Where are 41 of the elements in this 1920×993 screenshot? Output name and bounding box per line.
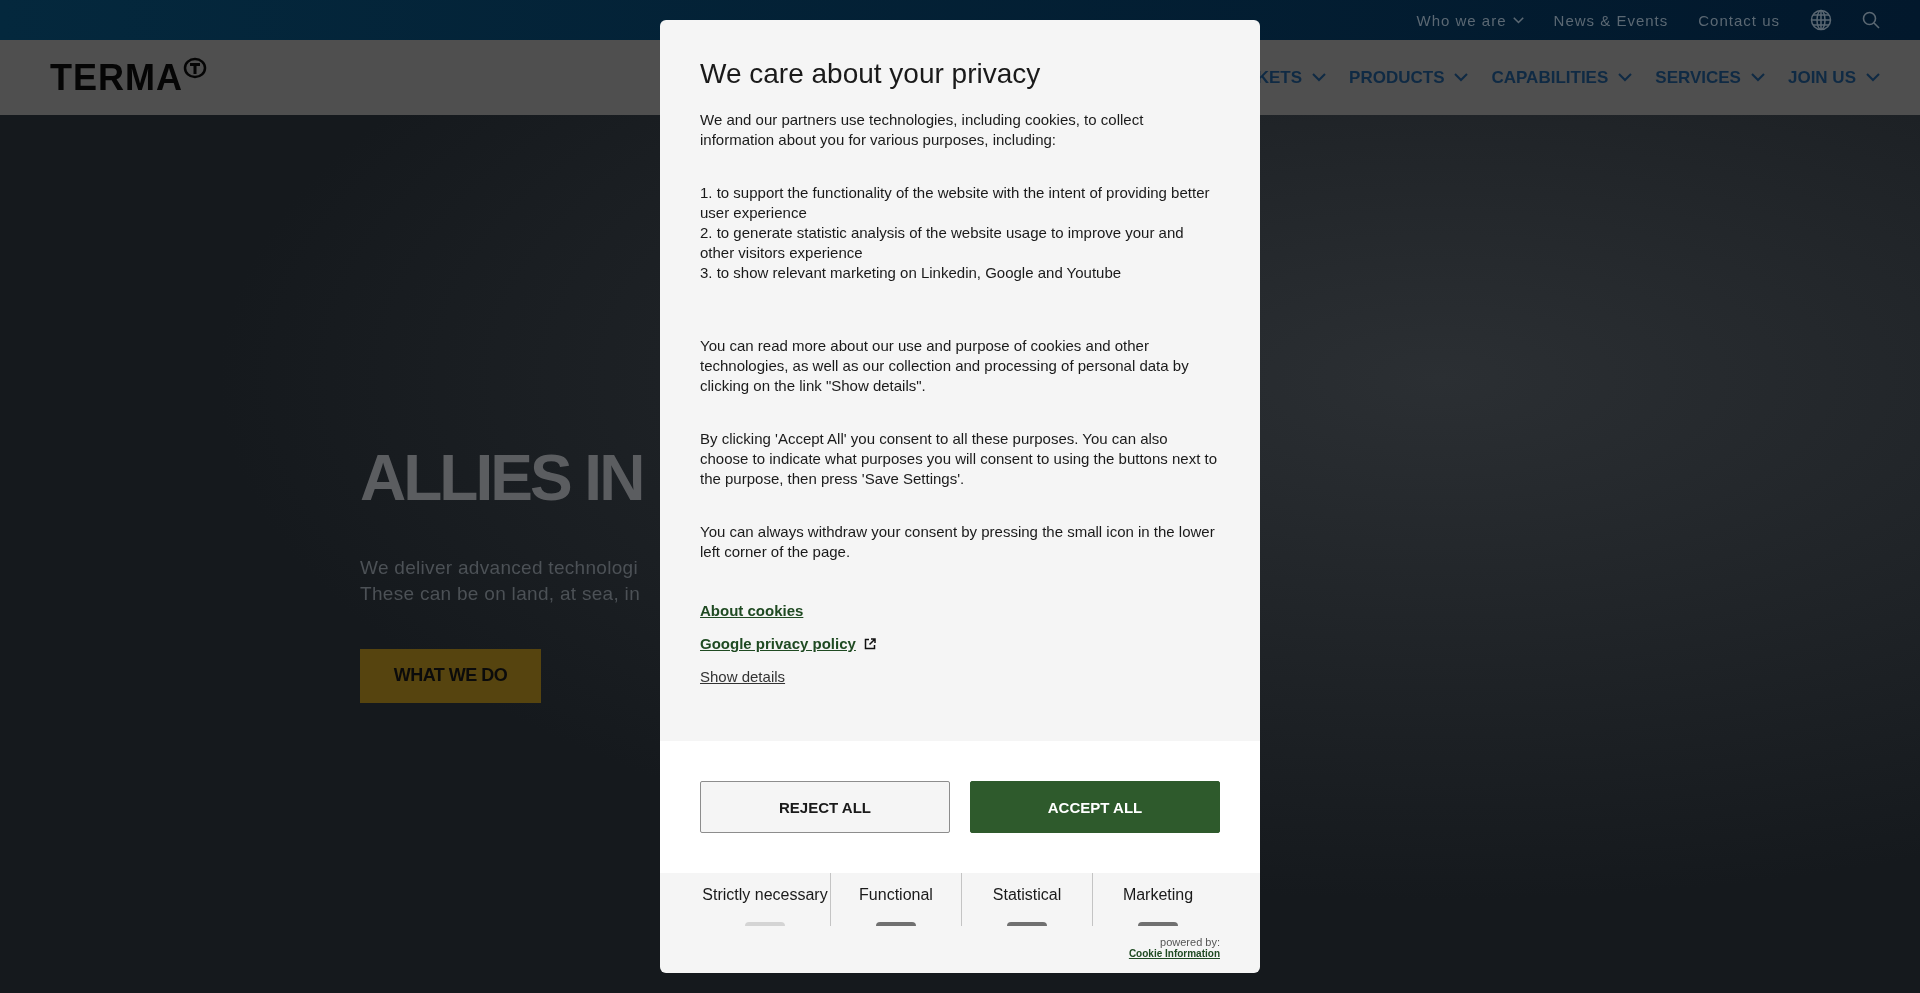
main-nav-item[interactable]: SERVICES (1655, 67, 1765, 88)
dialog-link[interactable]: Google privacy policy (700, 635, 876, 652)
toggle-switch[interactable] (1138, 922, 1178, 926)
terma-logo[interactable]: TERMA (50, 56, 207, 99)
info-paragraph: By clicking 'Accept All' you consent to all these purposes. You can also choose to indicate what purposes you will consent to using the buttons next to the purpose, then press 'Save Settings'. (700, 429, 1218, 489)
chevron-down-icon (1866, 73, 1880, 82)
top-nav-link[interactable]: Contact us (1698, 11, 1780, 29)
hero-heading: ALLIES IN (360, 441, 644, 516)
toggle-switch[interactable] (876, 922, 916, 926)
chevron-down-icon (1454, 73, 1469, 82)
globe-icon[interactable] (1810, 9, 1832, 31)
dialog-link[interactable]: About cookies (700, 602, 804, 619)
chevron-down-icon (1618, 73, 1633, 82)
search-icon[interactable] (1862, 11, 1880, 29)
intro-paragraph: We and our partners use technologies, including cookies, to collect information about you for various purposes, including: (700, 110, 1145, 150)
top-nav-link[interactable]: News & Events (1553, 11, 1669, 29)
what-we-do-button[interactable]: WHAT WE DO (360, 648, 541, 703)
powered-by-label: powered by: (1160, 936, 1220, 948)
accept-all-button[interactable]: ACCEPT ALL (970, 781, 1220, 833)
info-paragraph: You can always withdraw your consent by pressing the small icon in the lower left corner of the page. (700, 522, 1216, 562)
chevron-down-icon (1512, 15, 1524, 25)
info-paragraph: You can read more about our use and purpose of cookies and other technologies, as well as our collection and processing of personal data by clicking on the link "Show details". (700, 336, 1190, 396)
category-label: Marketing (1122, 886, 1194, 904)
category-label: Functional (859, 886, 933, 904)
purpose-item: 1. to support the functionality of the website with the intent of providing better user experience (700, 183, 1211, 223)
category-label: Strictly necessary (702, 886, 828, 904)
external-link-icon (863, 637, 876, 650)
reject-all-button[interactable]: REJECT ALL (700, 781, 950, 833)
purpose-item: 3. to show relevant marketing on Linkedin, Google and Youtube (700, 263, 1123, 283)
toggle-switch[interactable] (1007, 922, 1047, 926)
chevron-down-icon (1312, 73, 1327, 82)
dialog-link[interactable]: Show details (700, 668, 786, 685)
main-nav-item[interactable]: CAPABILITIES (1491, 67, 1633, 88)
provider-link[interactable]: Cookie Information (1128, 948, 1220, 959)
purpose-item: 2. to generate statistic analysis of the website usage to improve your and other visitors experience (700, 223, 1185, 263)
main-nav-item[interactable]: PRODUCTS (1349, 67, 1469, 88)
category-label: Statistical (992, 886, 1062, 904)
top-nav-link[interactable]: Who we are (1416, 11, 1524, 29)
main-nav-item[interactable]: JOIN US (1787, 67, 1880, 88)
chevron-down-icon (1750, 73, 1765, 82)
dialog-title: We care about your privacy (700, 58, 1042, 90)
